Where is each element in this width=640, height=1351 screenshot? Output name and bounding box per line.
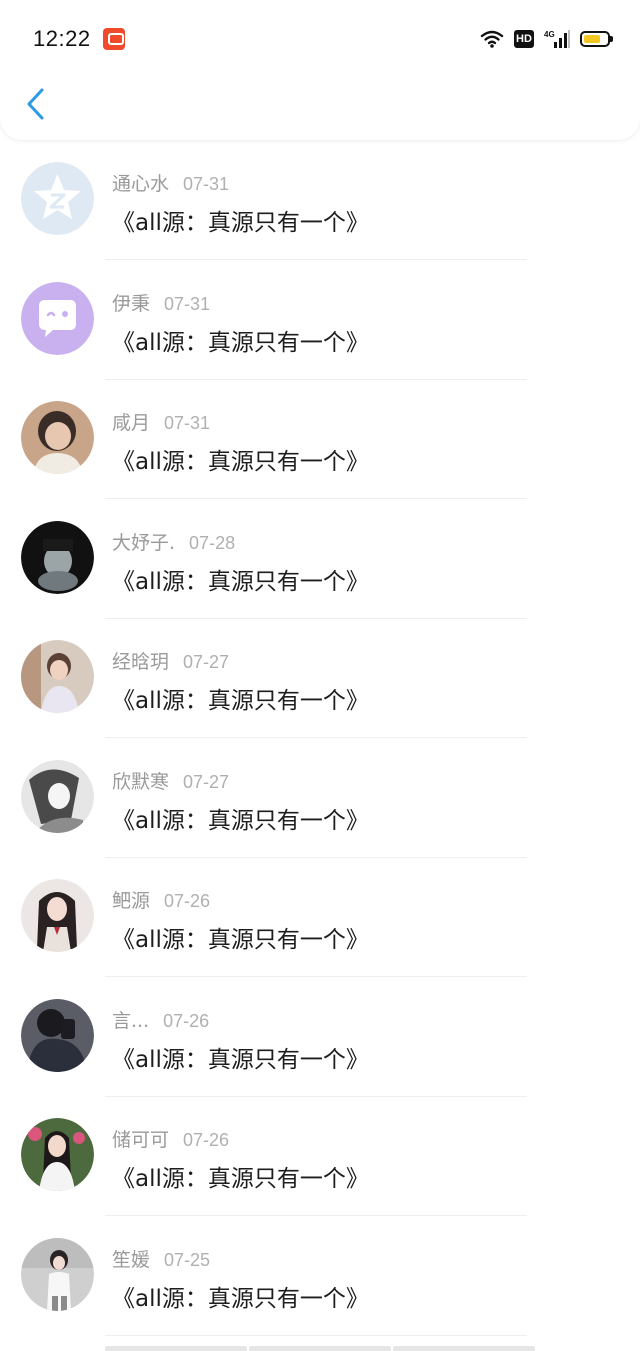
comment-text: 《all源：真源只有一个》 [112,688,369,714]
battery-icon [580,31,613,47]
status-bar: 12:22 HD 4G [0,0,640,78]
comment-text: 《all源：真源只有一个》 [112,1285,369,1312]
comment-text: 《all源：真源只有一个》 [112,210,369,236]
list-item[interactable]: 通心水 07-31 《all源：真源只有一个》 [0,141,640,261]
bottom-tab-segment [249,1346,391,1351]
bottom-tab-segment [393,1346,535,1351]
list-item[interactable]: 咸月 07-31 《all源：真源只有一个》 [0,380,640,500]
list-item[interactable]: 经晗玥 07-27 《all源：真源只有一个》 [0,619,640,739]
comment-text: 《all源：真源只有一个》 [112,927,369,953]
author-name[interactable]: 咸月 [112,412,150,434]
author-name[interactable]: 鲃源 [112,890,150,912]
bottom-bar [105,1346,535,1351]
item-meta: 通心水 07-31 [112,169,230,195]
author-name[interactable]: 伊秉 [112,293,150,315]
app-notification-icon [103,28,125,50]
comment-text: 《all源：真源只有一个》 [112,449,369,475]
author-name[interactable]: 笙媛 [112,1249,150,1271]
avatar[interactable] [21,640,94,713]
post-date: 07-25 [164,1249,211,1270]
list-item[interactable]: 鲃源 07-26 《all源：真源只有一个》 [0,858,640,978]
avatar[interactable] [21,1237,94,1311]
post-date: 07-26 [163,1010,210,1031]
avatar[interactable] [21,998,94,1072]
item-meta: 储可可 07-26 [112,1125,230,1151]
list-item[interactable]: 储可可 07-26 《all源：真源只有一个》 [0,1097,640,1217]
author-name[interactable]: 言... [112,1010,149,1032]
avatar[interactable] [21,520,94,594]
list-item[interactable]: 欣默寒 07-27 《all源：真源只有一个》 [0,739,640,859]
post-date: 07-27 [183,652,230,672]
item-meta: 鲃源 07-26 [112,886,211,912]
comment-text: 《all源：真源只有一个》 [112,807,369,834]
list-item[interactable]: 伊秉 07-31 《all源：真源只有一个》 [0,261,640,381]
post-date: 07-31 [164,293,211,314]
post-date: 07-31 [183,174,230,194]
list-item[interactable]: 笙媛 07-25 《all源：真源只有一个》 [0,1217,640,1337]
item-meta: 欣默寒 07-27 [112,767,230,793]
author-name[interactable]: 大妤子. [112,532,175,554]
avatar[interactable] [21,401,94,474]
post-date: 07-27 [183,771,230,792]
status-time: 12:22 [33,26,91,51]
post-date: 07-26 [164,891,211,911]
comment-text: 《all源：真源只有一个》 [112,1046,369,1073]
comment-text: 《all源：真源只有一个》 [112,1166,369,1192]
author-name[interactable]: 通心水 [112,173,169,195]
item-meta: 大妤子. 07-28 [112,528,236,554]
post-date: 07-31 [164,413,211,433]
item-meta: 经晗玥 07-27 [112,647,230,673]
item-meta: 言... 07-26 [112,1006,210,1032]
divider [105,1334,527,1336]
author-name[interactable]: 储可可 [112,1129,169,1151]
post-date: 07-26 [183,1130,230,1150]
post-date: 07-28 [189,532,236,553]
comment-text: 《all源：真源只有一个》 [112,568,369,595]
avatar[interactable] [21,281,94,355]
bottom-tab-segment [105,1346,247,1351]
header: 12:22 HD 4G [0,0,640,140]
avatar[interactable] [21,162,94,235]
status-icons: HD 4G [480,28,613,50]
signal-icon: 4G [544,29,570,49]
author-name[interactable]: 经晗玥 [112,651,169,673]
chevron-left-icon [27,88,44,120]
network-type-label: 4G [544,30,555,39]
avatar[interactable] [21,759,94,833]
avatar[interactable] [21,879,94,952]
author-name[interactable]: 欣默寒 [112,771,169,793]
list-item[interactable]: 大妤子. 07-28 《all源：真源只有一个》 [0,500,640,620]
comment-list: 通心水 07-31 《all源：真源只有一个》 伊秉 07-31 《all源：真源只… [0,141,640,1336]
back-button[interactable] [20,84,56,124]
item-meta: 伊秉 07-31 [112,289,211,315]
item-meta: 笙媛 07-25 [112,1245,211,1271]
comment-text: 《all源：真源只有一个》 [112,329,369,356]
wifi-icon [480,30,504,48]
avatar[interactable] [21,1118,94,1191]
hd-icon: HD [514,30,534,48]
list-item[interactable]: 言... 07-26 《all源：真源只有一个》 [0,978,640,1098]
item-meta: 咸月 07-31 [112,408,211,434]
